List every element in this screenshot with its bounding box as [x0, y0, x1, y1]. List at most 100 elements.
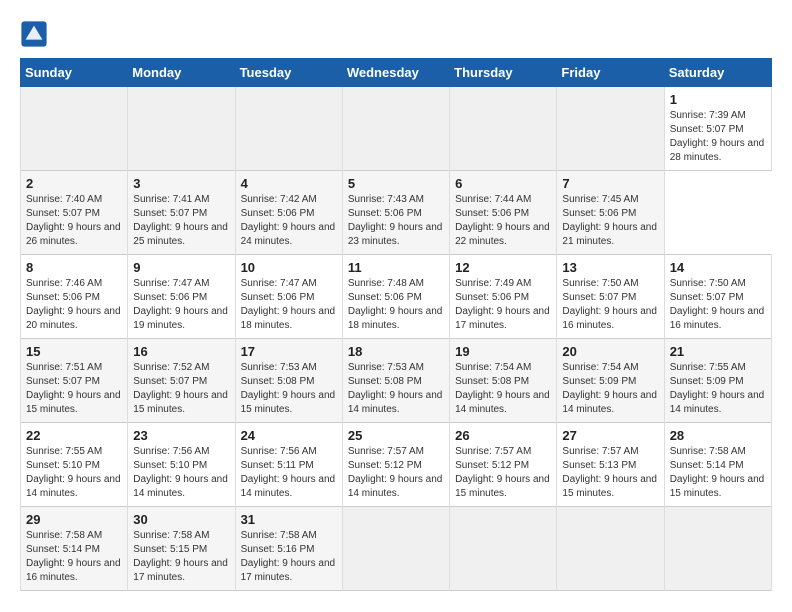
calendar-cell	[128, 87, 235, 171]
calendar-cell	[342, 87, 449, 171]
calendar-week-row: 15 Sunrise: 7:51 AMSunset: 5:07 PMDaylig…	[21, 339, 772, 423]
day-number: 31	[241, 512, 337, 527]
calendar-cell: 31 Sunrise: 7:58 AMSunset: 5:16 PMDaylig…	[235, 507, 342, 591]
day-info: Sunrise: 7:47 AMSunset: 5:06 PMDaylight:…	[133, 277, 229, 333]
day-info: Sunrise: 7:57 AMSunset: 5:12 PMDaylight:…	[455, 445, 551, 501]
header-day: Wednesday	[342, 59, 449, 87]
calendar-week-row: 1 Sunrise: 7:39 AMSunset: 5:07 PMDayligh…	[21, 87, 772, 171]
calendar-cell: 21 Sunrise: 7:55 AMSunset: 5:09 PMDaylig…	[664, 339, 771, 423]
calendar-cell: 7 Sunrise: 7:45 AMSunset: 5:06 PMDayligh…	[557, 171, 664, 255]
calendar-cell: 6 Sunrise: 7:44 AMSunset: 5:06 PMDayligh…	[450, 171, 557, 255]
calendar-cell: 9 Sunrise: 7:47 AMSunset: 5:06 PMDayligh…	[128, 255, 235, 339]
calendar-body: 1 Sunrise: 7:39 AMSunset: 5:07 PMDayligh…	[21, 87, 772, 591]
calendar-cell: 16 Sunrise: 7:52 AMSunset: 5:07 PMDaylig…	[128, 339, 235, 423]
day-info: Sunrise: 7:56 AMSunset: 5:10 PMDaylight:…	[133, 445, 229, 501]
calendar-cell: 19 Sunrise: 7:54 AMSunset: 5:08 PMDaylig…	[450, 339, 557, 423]
header-day: Monday	[128, 59, 235, 87]
day-number: 3	[133, 176, 229, 191]
day-info: Sunrise: 7:55 AMSunset: 5:10 PMDaylight:…	[26, 445, 122, 501]
calendar-cell: 12 Sunrise: 7:49 AMSunset: 5:06 PMDaylig…	[450, 255, 557, 339]
day-info: Sunrise: 7:51 AMSunset: 5:07 PMDaylight:…	[26, 361, 122, 417]
calendar-cell: 27 Sunrise: 7:57 AMSunset: 5:13 PMDaylig…	[557, 423, 664, 507]
calendar-cell	[342, 507, 449, 591]
day-number: 16	[133, 344, 229, 359]
calendar-cell: 1 Sunrise: 7:39 AMSunset: 5:07 PMDayligh…	[664, 87, 771, 171]
calendar-cell: 25 Sunrise: 7:57 AMSunset: 5:12 PMDaylig…	[342, 423, 449, 507]
logo	[20, 20, 52, 48]
day-info: Sunrise: 7:45 AMSunset: 5:06 PMDaylight:…	[562, 193, 658, 249]
day-number: 22	[26, 428, 122, 443]
day-info: Sunrise: 7:55 AMSunset: 5:09 PMDaylight:…	[670, 361, 766, 417]
calendar-cell	[557, 87, 664, 171]
calendar-cell	[450, 87, 557, 171]
day-info: Sunrise: 7:48 AMSunset: 5:06 PMDaylight:…	[348, 277, 444, 333]
calendar-cell: 28 Sunrise: 7:58 AMSunset: 5:14 PMDaylig…	[664, 423, 771, 507]
day-info: Sunrise: 7:42 AMSunset: 5:06 PMDaylight:…	[241, 193, 337, 249]
calendar-cell	[557, 507, 664, 591]
day-info: Sunrise: 7:58 AMSunset: 5:14 PMDaylight:…	[26, 529, 122, 585]
day-number: 17	[241, 344, 337, 359]
day-number: 15	[26, 344, 122, 359]
day-number: 10	[241, 260, 337, 275]
calendar-cell: 23 Sunrise: 7:56 AMSunset: 5:10 PMDaylig…	[128, 423, 235, 507]
day-info: Sunrise: 7:50 AMSunset: 5:07 PMDaylight:…	[562, 277, 658, 333]
day-info: Sunrise: 7:57 AMSunset: 5:13 PMDaylight:…	[562, 445, 658, 501]
day-number: 14	[670, 260, 766, 275]
calendar-cell: 4 Sunrise: 7:42 AMSunset: 5:06 PMDayligh…	[235, 171, 342, 255]
calendar-cell: 26 Sunrise: 7:57 AMSunset: 5:12 PMDaylig…	[450, 423, 557, 507]
calendar-cell: 5 Sunrise: 7:43 AMSunset: 5:06 PMDayligh…	[342, 171, 449, 255]
day-info: Sunrise: 7:54 AMSunset: 5:08 PMDaylight:…	[455, 361, 551, 417]
logo-icon	[20, 20, 48, 48]
day-number: 18	[348, 344, 444, 359]
calendar-cell	[235, 87, 342, 171]
day-number: 26	[455, 428, 551, 443]
day-number: 19	[455, 344, 551, 359]
calendar-week-row: 29 Sunrise: 7:58 AMSunset: 5:14 PMDaylig…	[21, 507, 772, 591]
calendar-week-row: 2 Sunrise: 7:40 AMSunset: 5:07 PMDayligh…	[21, 171, 772, 255]
day-number: 6	[455, 176, 551, 191]
day-info: Sunrise: 7:49 AMSunset: 5:06 PMDaylight:…	[455, 277, 551, 333]
day-info: Sunrise: 7:53 AMSunset: 5:08 PMDaylight:…	[348, 361, 444, 417]
calendar-table: SundayMondayTuesdayWednesdayThursdayFrid…	[20, 58, 772, 591]
calendar-week-row: 8 Sunrise: 7:46 AMSunset: 5:06 PMDayligh…	[21, 255, 772, 339]
page-header	[20, 20, 772, 48]
day-number: 8	[26, 260, 122, 275]
day-number: 2	[26, 176, 122, 191]
header-day: Sunday	[21, 59, 128, 87]
calendar-cell	[21, 87, 128, 171]
day-number: 11	[348, 260, 444, 275]
calendar-week-row: 22 Sunrise: 7:55 AMSunset: 5:10 PMDaylig…	[21, 423, 772, 507]
calendar-cell: 13 Sunrise: 7:50 AMSunset: 5:07 PMDaylig…	[557, 255, 664, 339]
calendar-cell: 15 Sunrise: 7:51 AMSunset: 5:07 PMDaylig…	[21, 339, 128, 423]
day-number: 7	[562, 176, 658, 191]
day-number: 20	[562, 344, 658, 359]
calendar-cell: 10 Sunrise: 7:47 AMSunset: 5:06 PMDaylig…	[235, 255, 342, 339]
day-info: Sunrise: 7:58 AMSunset: 5:16 PMDaylight:…	[241, 529, 337, 585]
day-info: Sunrise: 7:57 AMSunset: 5:12 PMDaylight:…	[348, 445, 444, 501]
day-info: Sunrise: 7:56 AMSunset: 5:11 PMDaylight:…	[241, 445, 337, 501]
day-number: 23	[133, 428, 229, 443]
day-info: Sunrise: 7:58 AMSunset: 5:14 PMDaylight:…	[670, 445, 766, 501]
calendar-cell: 11 Sunrise: 7:48 AMSunset: 5:06 PMDaylig…	[342, 255, 449, 339]
day-info: Sunrise: 7:44 AMSunset: 5:06 PMDaylight:…	[455, 193, 551, 249]
day-info: Sunrise: 7:40 AMSunset: 5:07 PMDaylight:…	[26, 193, 122, 249]
day-info: Sunrise: 7:41 AMSunset: 5:07 PMDaylight:…	[133, 193, 229, 249]
day-number: 21	[670, 344, 766, 359]
calendar-cell: 2 Sunrise: 7:40 AMSunset: 5:07 PMDayligh…	[21, 171, 128, 255]
day-number: 24	[241, 428, 337, 443]
calendar-cell: 22 Sunrise: 7:55 AMSunset: 5:10 PMDaylig…	[21, 423, 128, 507]
day-number: 5	[348, 176, 444, 191]
header-day: Saturday	[664, 59, 771, 87]
calendar-cell: 8 Sunrise: 7:46 AMSunset: 5:06 PMDayligh…	[21, 255, 128, 339]
day-info: Sunrise: 7:39 AMSunset: 5:07 PMDaylight:…	[670, 109, 766, 165]
day-number: 30	[133, 512, 229, 527]
header-row: SundayMondayTuesdayWednesdayThursdayFrid…	[21, 59, 772, 87]
calendar-cell: 29 Sunrise: 7:58 AMSunset: 5:14 PMDaylig…	[21, 507, 128, 591]
day-number: 12	[455, 260, 551, 275]
header-day: Thursday	[450, 59, 557, 87]
day-number: 1	[670, 92, 766, 107]
day-info: Sunrise: 7:46 AMSunset: 5:06 PMDaylight:…	[26, 277, 122, 333]
calendar-cell: 3 Sunrise: 7:41 AMSunset: 5:07 PMDayligh…	[128, 171, 235, 255]
calendar-cell: 30 Sunrise: 7:58 AMSunset: 5:15 PMDaylig…	[128, 507, 235, 591]
calendar-cell: 14 Sunrise: 7:50 AMSunset: 5:07 PMDaylig…	[664, 255, 771, 339]
